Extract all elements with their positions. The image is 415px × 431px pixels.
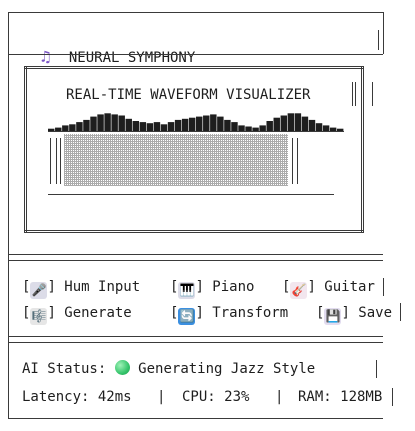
metric-separator-2: | bbox=[275, 389, 284, 405]
cpu-readout: CPU: 23% bbox=[182, 389, 250, 405]
visualizer-border-right bbox=[361, 66, 364, 233]
waveform-bar bbox=[104, 113, 111, 132]
visualizer-inner-bar bbox=[352, 82, 353, 106]
visualizer-border-top bbox=[24, 66, 364, 69]
generate-button[interactable]: [🎼] Generate bbox=[22, 303, 132, 325]
generate-label: Generate bbox=[64, 305, 132, 321]
microphone-icon: 🎤 bbox=[30, 282, 48, 299]
waveform-bars bbox=[48, 113, 344, 132]
spectrum-right-bar-2 bbox=[297, 138, 298, 184]
waveform-bar bbox=[210, 114, 217, 132]
waveform-bar bbox=[111, 114, 118, 132]
metrics-row-right-edge bbox=[392, 388, 393, 406]
visualizer-inner-bar-2 bbox=[355, 82, 356, 106]
waveform-bar bbox=[217, 116, 224, 132]
save-button[interactable]: [💾] Save bbox=[316, 303, 392, 325]
transform-button[interactable]: [🔄] Transform bbox=[170, 303, 288, 325]
waveform-bar bbox=[294, 113, 302, 132]
row1-right-edge bbox=[383, 278, 384, 296]
hum-input-button[interactable]: [🎤] Hum Input bbox=[22, 277, 140, 299]
spectrum-left-bar-2 bbox=[56, 138, 57, 184]
guitar-button[interactable]: [🎸] Guitar bbox=[282, 277, 375, 299]
piano-icon: 🎹 bbox=[178, 282, 196, 299]
spectrum-bottom-line bbox=[48, 194, 334, 195]
waveform-bar bbox=[118, 115, 125, 132]
guitar-label: Guitar bbox=[324, 279, 375, 295]
waveform-bar bbox=[301, 116, 309, 132]
save-label: Save bbox=[358, 305, 393, 321]
spectrum-right-bar-1 bbox=[292, 138, 293, 184]
outer-border-top bbox=[8, 12, 383, 13]
ai-status-row: AI Status: Generating Jazz Style bbox=[22, 360, 315, 378]
app-title: ♫ NEURAL SYMPHONY bbox=[24, 30, 195, 67]
ram-readout: RAM: 128MB bbox=[298, 389, 383, 405]
title-separator bbox=[8, 54, 383, 55]
transform-label: Transform bbox=[212, 305, 289, 321]
spectrum-shade bbox=[64, 134, 288, 186]
ai-status-label: AI Status: bbox=[22, 361, 107, 377]
waveform-bar bbox=[287, 113, 295, 132]
cycle-arrows-icon: 🔄 bbox=[178, 308, 196, 325]
music-note-icon: ♫ bbox=[40, 47, 51, 66]
visualizer-separator bbox=[8, 254, 383, 255]
piano-button[interactable]: [🎹] Piano bbox=[170, 277, 254, 299]
status-row-right-edge bbox=[376, 360, 377, 378]
waveform-bar bbox=[203, 115, 210, 132]
floppy-disk-icon: 💾 bbox=[324, 308, 342, 325]
waveform-bar bbox=[188, 117, 196, 132]
status-separator-2 bbox=[8, 342, 383, 343]
waveform-bar bbox=[90, 116, 97, 132]
visualizer-title: REAL-TIME WAVEFORM VISUALIZER bbox=[66, 87, 311, 103]
visualizer-separator-2 bbox=[8, 260, 383, 261]
visualizer-side-bar bbox=[372, 82, 373, 106]
waveform-bar bbox=[196, 116, 203, 132]
status-separator bbox=[8, 336, 383, 337]
outer-border-left bbox=[8, 12, 9, 418]
status-indicator-icon bbox=[114, 360, 130, 375]
waveform-bar bbox=[273, 117, 280, 132]
piano-label: Piano bbox=[212, 279, 255, 295]
outer-border-bottom bbox=[8, 418, 383, 419]
spectrum-left-bar-3 bbox=[60, 138, 61, 184]
waveform-bar bbox=[97, 114, 104, 132]
ai-status-value: Generating Jazz Style bbox=[138, 361, 316, 377]
spectrum-left-bar-1 bbox=[50, 138, 51, 184]
guitar-icon: 🎸 bbox=[290, 282, 308, 299]
hum-input-label: Hum Input bbox=[64, 279, 141, 295]
waveform-bar bbox=[280, 115, 288, 132]
app-title-text: NEURAL SYMPHONY bbox=[68, 50, 196, 66]
waveform-baseline bbox=[48, 131, 344, 132]
outer-border-right-b bbox=[378, 30, 379, 50]
metric-separator-1: | bbox=[157, 389, 166, 405]
row2-right-edge bbox=[400, 303, 401, 321]
visualizer-border-left bbox=[24, 66, 27, 233]
sheet-music-icon: 🎼 bbox=[30, 308, 48, 325]
latency-readout: Latency: 42ms bbox=[22, 389, 132, 405]
visualizer-border-bottom bbox=[24, 230, 364, 233]
outer-border-right-a bbox=[383, 12, 384, 54]
